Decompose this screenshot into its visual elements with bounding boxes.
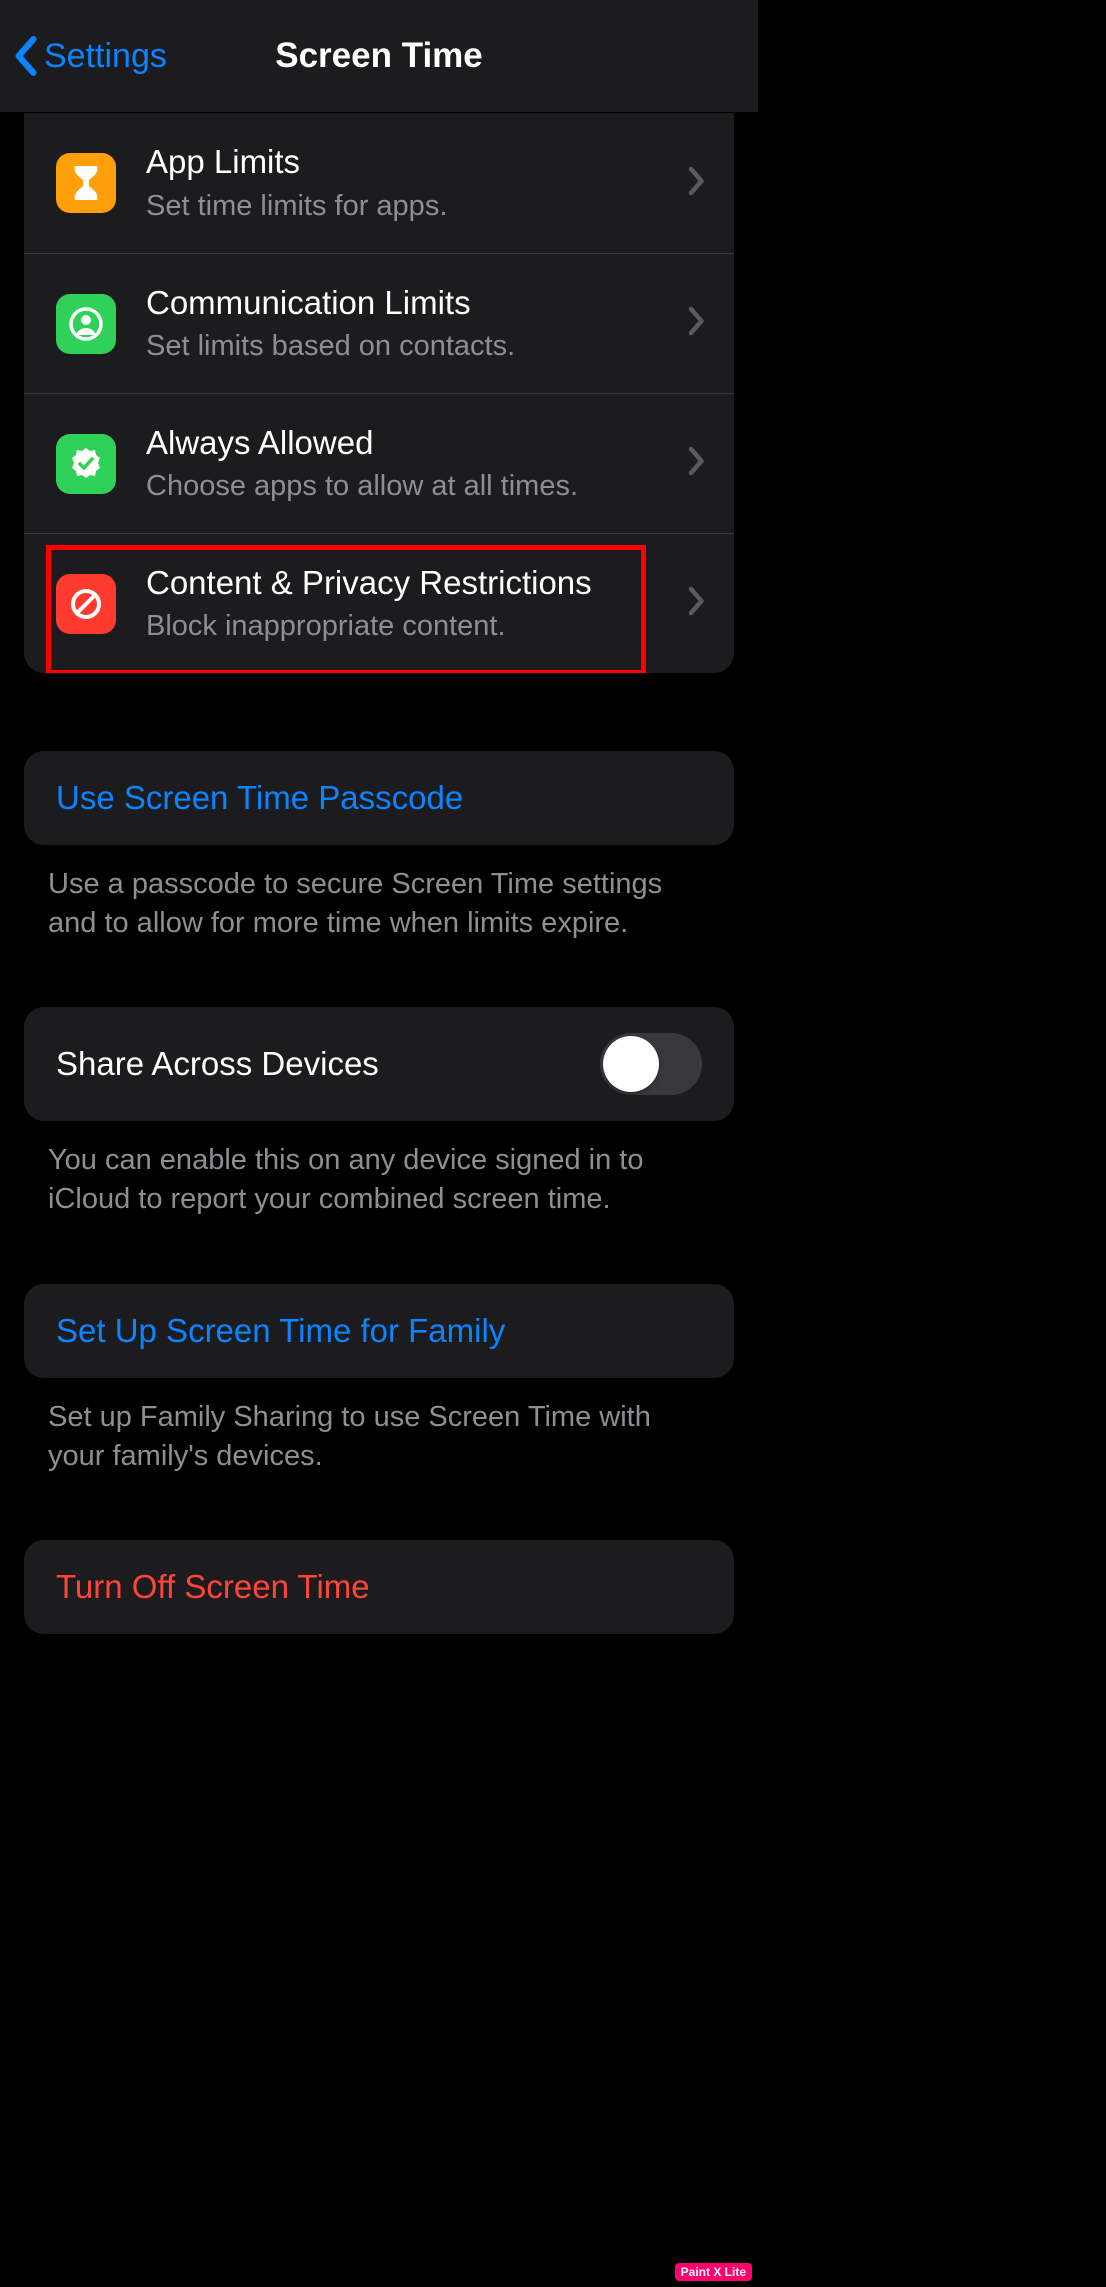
chevron-right-icon [688, 446, 706, 481]
setup-family-button[interactable]: Set Up Screen Time for Family [24, 1284, 734, 1378]
back-label: Settings [44, 37, 167, 76]
row-title: Always Allowed [146, 423, 688, 463]
passcode-footer: Use a passcode to secure Screen Time set… [48, 865, 710, 943]
use-passcode-button[interactable]: Use Screen Time Passcode [24, 751, 734, 845]
row-title: App Limits [146, 142, 688, 182]
share-devices-label: Share Across Devices [56, 1045, 379, 1083]
action-label: Use Screen Time Passcode [56, 779, 463, 816]
row-subtitle: Set time limits for apps. [146, 188, 688, 224]
row-app-limits[interactable]: App Limits Set time limits for apps. [24, 113, 734, 253]
action-label: Set Up Screen Time for Family [56, 1312, 505, 1349]
row-subtitle: Choose apps to allow at all times. [146, 468, 688, 504]
chevron-left-icon [12, 35, 38, 77]
family-footer: Set up Family Sharing to use Screen Time… [48, 1398, 710, 1476]
turn-off-button[interactable]: Turn Off Screen Time [24, 1540, 734, 1634]
watermark-badge: Paint X Lite [675, 2263, 752, 2281]
chevron-right-icon [688, 306, 706, 341]
person-circle-icon [56, 294, 116, 354]
chevron-right-icon [688, 586, 706, 621]
row-title: Communication Limits [146, 283, 688, 323]
share-devices-footer: You can enable this on any device signed… [48, 1141, 710, 1219]
row-subtitle: Set limits based on contacts. [146, 328, 688, 364]
limits-group: App Limits Set time limits for apps. Com… [24, 113, 734, 673]
checkmark-seal-icon [56, 434, 116, 494]
row-title: Content & Privacy Restrictions [146, 563, 688, 603]
share-devices-row: Share Across Devices [24, 1007, 734, 1121]
hourglass-icon [56, 153, 116, 213]
back-button[interactable]: Settings [0, 35, 167, 77]
row-subtitle: Block inappropriate content. [146, 608, 688, 644]
row-always-allowed[interactable]: Always Allowed Choose apps to allow at a… [24, 393, 734, 533]
toggle-knob [603, 1036, 659, 1092]
action-label: Turn Off Screen Time [56, 1568, 370, 1605]
row-content-privacy[interactable]: Content & Privacy Restrictions Block ina… [24, 533, 734, 673]
row-communication-limits[interactable]: Communication Limits Set limits based on… [24, 253, 734, 393]
share-devices-toggle[interactable] [600, 1033, 702, 1095]
navbar: Settings Screen Time [0, 0, 758, 113]
nosign-icon [56, 574, 116, 634]
chevron-right-icon [688, 166, 706, 201]
